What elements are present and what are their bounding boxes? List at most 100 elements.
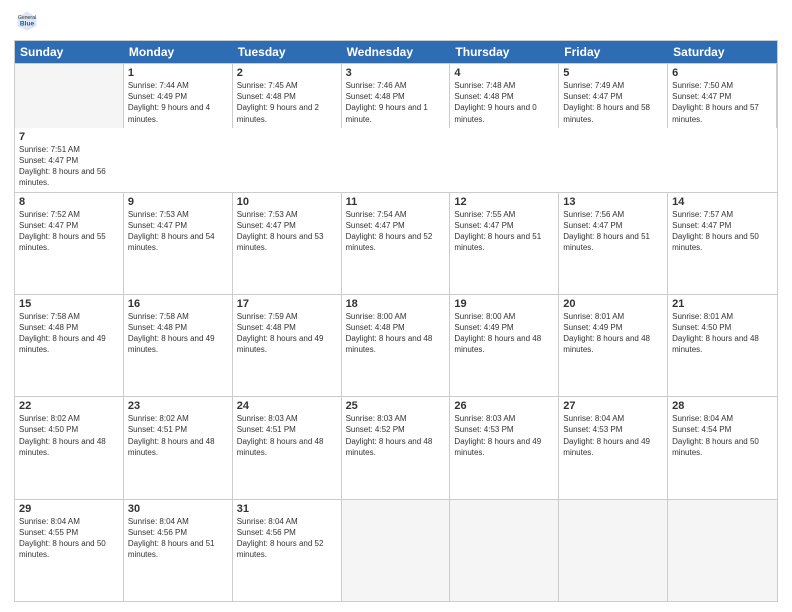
day-info: Sunrise: 7:44 AMSunset: 4:49 PMDaylight:… bbox=[128, 81, 210, 124]
cal-cell-day-23: 23 Sunrise: 8:02 AMSunset: 4:51 PMDaylig… bbox=[124, 397, 233, 498]
cal-cell-day-8: 8 Sunrise: 7:52 AMSunset: 4:47 PMDayligh… bbox=[15, 193, 124, 294]
cal-cell-empty bbox=[342, 500, 451, 601]
day-header-friday: Friday bbox=[559, 41, 668, 63]
cal-cell-day-22: 22 Sunrise: 8:02 AMSunset: 4:50 PMDaylig… bbox=[15, 397, 124, 498]
day-info: Sunrise: 7:52 AMSunset: 4:47 PMDaylight:… bbox=[19, 210, 106, 253]
day-header-sunday: Sunday bbox=[15, 41, 124, 63]
day-number: 23 bbox=[128, 400, 228, 412]
day-info: Sunrise: 8:04 AMSunset: 4:55 PMDaylight:… bbox=[19, 517, 106, 560]
day-info: Sunrise: 8:00 AMSunset: 4:48 PMDaylight:… bbox=[346, 312, 433, 355]
day-number: 30 bbox=[128, 503, 228, 515]
calendar-week: 1 Sunrise: 7:44 AMSunset: 4:49 PMDayligh… bbox=[15, 63, 777, 192]
day-number: 28 bbox=[672, 400, 773, 412]
day-number: 10 bbox=[237, 196, 337, 208]
cal-cell-day-12: 12 Sunrise: 7:55 AMSunset: 4:47 PMDaylig… bbox=[450, 193, 559, 294]
day-number: 20 bbox=[563, 298, 663, 310]
calendar-header: SundayMondayTuesdayWednesdayThursdayFrid… bbox=[15, 41, 777, 63]
cal-cell-day-4: 4 Sunrise: 7:48 AMSunset: 4:48 PMDayligh… bbox=[450, 64, 559, 128]
cal-cell-day-5: 5 Sunrise: 7:49 AMSunset: 4:47 PMDayligh… bbox=[559, 64, 668, 128]
day-info: Sunrise: 7:48 AMSunset: 4:48 PMDaylight:… bbox=[454, 81, 536, 124]
cal-cell-day-27: 27 Sunrise: 8:04 AMSunset: 4:53 PMDaylig… bbox=[559, 397, 668, 498]
day-number: 12 bbox=[454, 196, 554, 208]
day-number: 6 bbox=[672, 67, 772, 79]
day-number: 31 bbox=[237, 503, 337, 515]
cal-cell-day-16: 16 Sunrise: 7:58 AMSunset: 4:48 PMDaylig… bbox=[124, 295, 233, 396]
day-info: Sunrise: 8:03 AMSunset: 4:51 PMDaylight:… bbox=[237, 414, 324, 457]
day-info: Sunrise: 7:55 AMSunset: 4:47 PMDaylight:… bbox=[454, 210, 541, 253]
logo-icon: General Blue bbox=[16, 10, 38, 32]
day-number: 22 bbox=[19, 400, 119, 412]
logo: General Blue bbox=[14, 10, 40, 32]
page: General Blue SundayMondayTuesdayWednesda… bbox=[0, 0, 792, 612]
cal-cell-day-11: 11 Sunrise: 7:54 AMSunset: 4:47 PMDaylig… bbox=[342, 193, 451, 294]
cal-cell-day-1: 1 Sunrise: 7:44 AMSunset: 4:49 PMDayligh… bbox=[124, 64, 233, 128]
day-info: Sunrise: 7:58 AMSunset: 4:48 PMDaylight:… bbox=[128, 312, 215, 355]
day-info: Sunrise: 7:53 AMSunset: 4:47 PMDaylight:… bbox=[128, 210, 215, 253]
day-number: 17 bbox=[237, 298, 337, 310]
day-info: Sunrise: 7:50 AMSunset: 4:47 PMDaylight:… bbox=[672, 81, 759, 124]
cal-cell-day-29: 29 Sunrise: 8:04 AMSunset: 4:55 PMDaylig… bbox=[15, 500, 124, 601]
day-number: 24 bbox=[237, 400, 337, 412]
cal-cell-day-20: 20 Sunrise: 8:01 AMSunset: 4:49 PMDaylig… bbox=[559, 295, 668, 396]
day-number: 4 bbox=[454, 67, 554, 79]
day-number: 5 bbox=[563, 67, 663, 79]
cal-cell-day-10: 10 Sunrise: 7:53 AMSunset: 4:47 PMDaylig… bbox=[233, 193, 342, 294]
cal-cell-day-25: 25 Sunrise: 8:03 AMSunset: 4:52 PMDaylig… bbox=[342, 397, 451, 498]
day-info: Sunrise: 7:57 AMSunset: 4:47 PMDaylight:… bbox=[672, 210, 759, 253]
cal-cell-day-7: 7 Sunrise: 7:51 AMSunset: 4:47 PMDayligh… bbox=[15, 128, 124, 192]
cal-cell-empty bbox=[668, 500, 777, 601]
svg-text:Blue: Blue bbox=[20, 20, 35, 27]
day-info: Sunrise: 8:04 AMSunset: 4:54 PMDaylight:… bbox=[672, 414, 759, 457]
day-number: 16 bbox=[128, 298, 228, 310]
day-header-wednesday: Wednesday bbox=[342, 41, 451, 63]
day-info: Sunrise: 8:00 AMSunset: 4:49 PMDaylight:… bbox=[454, 312, 541, 355]
day-number: 8 bbox=[19, 196, 119, 208]
day-info: Sunrise: 7:49 AMSunset: 4:47 PMDaylight:… bbox=[563, 81, 650, 124]
cal-cell-day-24: 24 Sunrise: 8:03 AMSunset: 4:51 PMDaylig… bbox=[233, 397, 342, 498]
cal-cell-day-26: 26 Sunrise: 8:03 AMSunset: 4:53 PMDaylig… bbox=[450, 397, 559, 498]
calendar-week: 8 Sunrise: 7:52 AMSunset: 4:47 PMDayligh… bbox=[15, 192, 777, 294]
cal-cell-day-28: 28 Sunrise: 8:04 AMSunset: 4:54 PMDaylig… bbox=[668, 397, 777, 498]
day-info: Sunrise: 7:59 AMSunset: 4:48 PMDaylight:… bbox=[237, 312, 324, 355]
day-info: Sunrise: 8:04 AMSunset: 4:56 PMDaylight:… bbox=[237, 517, 324, 560]
cal-cell-day-17: 17 Sunrise: 7:59 AMSunset: 4:48 PMDaylig… bbox=[233, 295, 342, 396]
day-info: Sunrise: 8:01 AMSunset: 4:49 PMDaylight:… bbox=[563, 312, 650, 355]
cal-cell-empty bbox=[559, 500, 668, 601]
day-info: Sunrise: 8:04 AMSunset: 4:53 PMDaylight:… bbox=[563, 414, 650, 457]
day-number: 2 bbox=[237, 67, 337, 79]
day-info: Sunrise: 8:03 AMSunset: 4:52 PMDaylight:… bbox=[346, 414, 433, 457]
day-number: 27 bbox=[563, 400, 663, 412]
day-number: 21 bbox=[672, 298, 773, 310]
day-number: 1 bbox=[128, 67, 228, 79]
day-info: Sunrise: 7:58 AMSunset: 4:48 PMDaylight:… bbox=[19, 312, 106, 355]
day-number: 11 bbox=[346, 196, 446, 208]
day-info: Sunrise: 8:02 AMSunset: 4:50 PMDaylight:… bbox=[19, 414, 106, 457]
cal-cell-day-6: 6 Sunrise: 7:50 AMSunset: 4:47 PMDayligh… bbox=[668, 64, 777, 128]
day-info: Sunrise: 7:54 AMSunset: 4:47 PMDaylight:… bbox=[346, 210, 433, 253]
day-number: 25 bbox=[346, 400, 446, 412]
day-info: Sunrise: 7:56 AMSunset: 4:47 PMDaylight:… bbox=[563, 210, 650, 253]
calendar-week: 22 Sunrise: 8:02 AMSunset: 4:50 PMDaylig… bbox=[15, 396, 777, 498]
day-number: 26 bbox=[454, 400, 554, 412]
day-header-thursday: Thursday bbox=[450, 41, 559, 63]
day-info: Sunrise: 7:51 AMSunset: 4:47 PMDaylight:… bbox=[19, 145, 106, 188]
cal-cell-day-21: 21 Sunrise: 8:01 AMSunset: 4:50 PMDaylig… bbox=[668, 295, 777, 396]
day-number: 14 bbox=[672, 196, 773, 208]
day-number: 9 bbox=[128, 196, 228, 208]
day-info: Sunrise: 8:01 AMSunset: 4:50 PMDaylight:… bbox=[672, 312, 759, 355]
cal-cell-day-9: 9 Sunrise: 7:53 AMSunset: 4:47 PMDayligh… bbox=[124, 193, 233, 294]
day-info: Sunrise: 8:03 AMSunset: 4:53 PMDaylight:… bbox=[454, 414, 541, 457]
calendar-week: 29 Sunrise: 8:04 AMSunset: 4:55 PMDaylig… bbox=[15, 499, 777, 601]
cal-cell-day-30: 30 Sunrise: 8:04 AMSunset: 4:56 PMDaylig… bbox=[124, 500, 233, 601]
calendar: SundayMondayTuesdayWednesdayThursdayFrid… bbox=[14, 40, 778, 602]
day-number: 3 bbox=[346, 67, 446, 79]
calendar-week: 15 Sunrise: 7:58 AMSunset: 4:48 PMDaylig… bbox=[15, 294, 777, 396]
day-header-monday: Monday bbox=[124, 41, 233, 63]
cal-cell-day-18: 18 Sunrise: 8:00 AMSunset: 4:48 PMDaylig… bbox=[342, 295, 451, 396]
day-info: Sunrise: 7:46 AMSunset: 4:48 PMDaylight:… bbox=[346, 81, 428, 124]
cal-cell-day-19: 19 Sunrise: 8:00 AMSunset: 4:49 PMDaylig… bbox=[450, 295, 559, 396]
day-number: 7 bbox=[19, 131, 120, 143]
day-number: 19 bbox=[454, 298, 554, 310]
day-info: Sunrise: 7:53 AMSunset: 4:47 PMDaylight:… bbox=[237, 210, 324, 253]
day-info: Sunrise: 8:04 AMSunset: 4:56 PMDaylight:… bbox=[128, 517, 215, 560]
